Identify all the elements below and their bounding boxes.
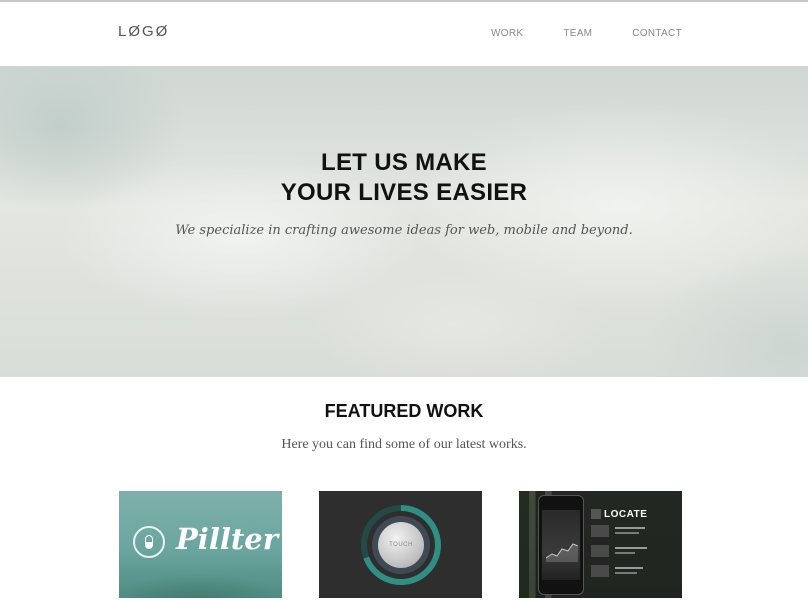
work-item-pillter[interactable]: Pillter: [119, 491, 282, 598]
phone-icon: [538, 495, 584, 595]
dial-gap: TOUCH: [367, 511, 435, 579]
work-item-name: LOCATE: [604, 509, 648, 520]
main-nav: WORK TEAM CONTACT: [491, 28, 682, 39]
hero-title: LET US MAKE YOUR LIVES EASIER: [0, 148, 808, 208]
hero-banner: LET US MAKE YOUR LIVES EASIER We special…: [0, 66, 808, 377]
nav-contact[interactable]: CONTACT: [632, 28, 682, 39]
dial-icon: TOUCH: [361, 505, 441, 585]
dial-inner: TOUCH: [372, 516, 430, 574]
touch-button: TOUCH: [378, 522, 424, 568]
locate-logo-icon: [591, 509, 601, 519]
capsule-icon: [133, 526, 165, 558]
featured-work-title: FEATURED WORK: [324, 401, 484, 421]
work-item-name: Pillter: [176, 522, 278, 556]
hero-title-line-2: YOUR LIVES EASIER: [280, 179, 528, 206]
hero-subtitle: We specialize in crafting awesome ideas …: [175, 223, 633, 238]
work-item-locate[interactable]: LOCATE: [519, 491, 682, 598]
graph-icon: [546, 543, 578, 562]
hero-title-line-1: LET US MAKE: [321, 149, 487, 176]
capsule-shape: [145, 535, 153, 549]
phone-screen: [542, 510, 580, 580]
site-header: LØGØ WORK TEAM CONTACT: [0, 2, 808, 66]
nav-work[interactable]: WORK: [491, 28, 523, 39]
logo[interactable]: LØGØ: [118, 23, 169, 40]
text-lines-icon: [591, 525, 647, 577]
featured-work-subtitle: Here you can find some of our latest wor…: [281, 437, 527, 452]
work-item-touch[interactable]: TOUCH: [319, 491, 482, 598]
nav-team[interactable]: TEAM: [563, 28, 592, 39]
